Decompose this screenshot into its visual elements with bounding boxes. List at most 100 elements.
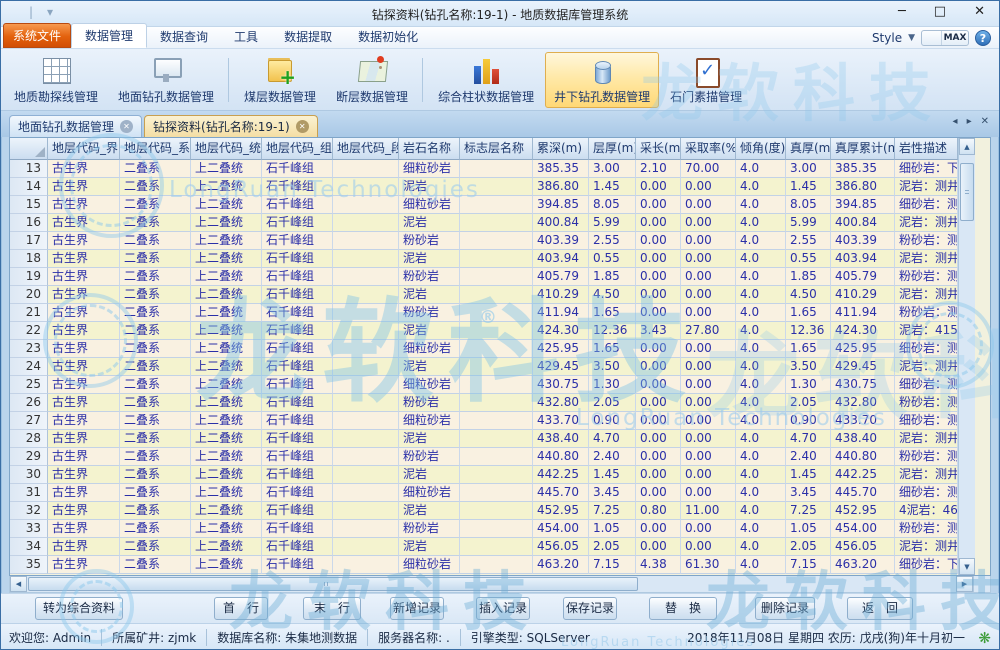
record-button[interactable]: 删除记录 [755, 597, 815, 620]
doctab-surface-borehole[interactable]: 地面钻孔数据管理 [9, 115, 142, 137]
grid-cell[interactable] [333, 322, 399, 340]
grid-cell[interactable] [333, 196, 399, 214]
grid-cell[interactable]: 细砂岩：下部2.19米 [895, 160, 958, 178]
grid-cell[interactable] [460, 160, 533, 178]
grid-cell[interactable]: 0.80 [636, 502, 681, 520]
grid-cell[interactable]: 上二叠统 [191, 322, 262, 340]
grid-cell[interactable] [460, 412, 533, 430]
grid-cell[interactable] [333, 394, 399, 412]
grid-cell[interactable]: 0.00 [636, 412, 681, 430]
column-header[interactable]: 地层代码_界 [48, 138, 120, 160]
grid-cell[interactable]: 4.70 [589, 430, 636, 448]
row-number-cell[interactable]: 18 [10, 250, 48, 268]
grid-cell[interactable]: 二叠系 [120, 376, 191, 394]
grid-cell[interactable] [333, 376, 399, 394]
row-number-cell[interactable]: 25 [10, 376, 48, 394]
btn-sketch[interactable]: 石门素描管理 [661, 52, 751, 108]
grid-cell[interactable]: 古生界 [48, 466, 120, 484]
grid-cell[interactable]: 古生界 [48, 304, 120, 322]
grid-cell[interactable]: 0.00 [636, 448, 681, 466]
grid-cell[interactable]: 4.0 [736, 520, 786, 538]
grid-cell[interactable]: 石千峰组 [262, 286, 333, 304]
grid-cell[interactable]: 上二叠统 [191, 178, 262, 196]
grid-cell[interactable]: 泥岩：测井解释. [895, 214, 958, 232]
grid-cell[interactable]: 4.0 [736, 340, 786, 358]
grid-cell[interactable]: 12.36 [786, 322, 831, 340]
grid-cell[interactable]: 粉砂岩：测井解释. [895, 304, 958, 322]
grid-cell[interactable]: 古生界 [48, 556, 120, 574]
grid-cell[interactable]: 泥岩：415.32~418. [895, 322, 958, 340]
grid-cell[interactable]: 细粒砂岩 [399, 484, 460, 502]
grid-cell[interactable]: 古生界 [48, 520, 120, 538]
grid-cell[interactable]: 泥岩 [399, 430, 460, 448]
btn-column-data[interactable]: 综合柱状数据管理 [429, 52, 543, 108]
grid-cell[interactable] [333, 214, 399, 232]
grid-cell[interactable]: 细粒砂岩 [399, 160, 460, 178]
grid-cell[interactable]: 456.05 [533, 538, 589, 556]
grid-cell[interactable]: 410.29 [831, 286, 895, 304]
grid-cell[interactable]: 二叠系 [120, 178, 191, 196]
grid-cell[interactable]: 4.0 [736, 304, 786, 322]
grid-cell[interactable]: 古生界 [48, 502, 120, 520]
grid-cell[interactable]: 石千峰组 [262, 484, 333, 502]
grid-cell[interactable]: 0.00 [681, 286, 736, 304]
grid-cell[interactable]: 7.25 [786, 502, 831, 520]
grid-cell[interactable]: 4.0 [736, 250, 786, 268]
grid-cell[interactable] [333, 538, 399, 556]
column-header[interactable]: 采取率(%) [681, 138, 736, 160]
grid-cell[interactable]: 386.80 [831, 178, 895, 196]
scroll-left-icon[interactable]: ◀ [10, 576, 27, 592]
grid-cell[interactable]: 0.00 [681, 250, 736, 268]
column-header[interactable]: 累深(m) [533, 138, 589, 160]
grid-cell[interactable] [460, 448, 533, 466]
grid-cell[interactable] [460, 556, 533, 574]
grid-cell[interactable]: 4泥岩：46.17~446. [895, 502, 958, 520]
grid-cell[interactable]: 0.00 [636, 466, 681, 484]
grid-cell[interactable]: 粉砂岩：测井解释. [895, 394, 958, 412]
grid-cell[interactable]: 3.00 [786, 160, 831, 178]
grid-cell[interactable]: 古生界 [48, 358, 120, 376]
grid-cell[interactable]: 0.90 [786, 412, 831, 430]
grid-cell[interactable]: 70.00 [681, 160, 736, 178]
row-number-cell[interactable]: 32 [10, 502, 48, 520]
grid-cell[interactable]: 61.30 [681, 556, 736, 574]
grid-cell[interactable]: 3.50 [786, 358, 831, 376]
grid-cell[interactable]: 0.00 [681, 466, 736, 484]
row-number-cell[interactable]: 23 [10, 340, 48, 358]
grid-cell[interactable]: 细粒砂岩 [399, 376, 460, 394]
grid-cell[interactable]: 石千峰组 [262, 394, 333, 412]
grid-cell[interactable]: 0.00 [636, 178, 681, 196]
grid-cell[interactable]: 石千峰组 [262, 430, 333, 448]
grid-cell[interactable]: 394.85 [533, 196, 589, 214]
doctab-drilling-data[interactable]: 钻探资料(钻孔名称:19-1) [144, 115, 318, 137]
grid-cell[interactable]: 442.25 [533, 466, 589, 484]
grid-cell[interactable]: 二叠系 [120, 250, 191, 268]
grid-cell[interactable]: 410.29 [533, 286, 589, 304]
grid-cell[interactable]: 454.00 [533, 520, 589, 538]
grid-cell[interactable]: 4.0 [736, 556, 786, 574]
grid-cell[interactable]: 3.50 [589, 358, 636, 376]
column-header[interactable]: 标志层名称 [460, 138, 533, 160]
grid-cell[interactable]: 452.95 [533, 502, 589, 520]
minimize-icon[interactable]: ─ [898, 4, 906, 19]
grid-cell[interactable]: 386.80 [533, 178, 589, 196]
grid-cell[interactable]: 泥岩 [399, 358, 460, 376]
help-icon[interactable]: ? [975, 30, 991, 46]
grid-cell[interactable]: 泥岩 [399, 178, 460, 196]
grid-cell[interactable]: 0.00 [636, 268, 681, 286]
grid-cell[interactable]: 粉砂岩 [399, 268, 460, 286]
grid-cell[interactable] [333, 232, 399, 250]
grid-cell[interactable]: 粉砂岩：测井解释. [895, 232, 958, 250]
grid-cell[interactable]: 4.0 [736, 196, 786, 214]
grid-cell[interactable]: 石千峰组 [262, 340, 333, 358]
grid-cell[interactable]: 432.80 [533, 394, 589, 412]
grid-cell[interactable]: 4.0 [736, 484, 786, 502]
title-bar[interactable]: |▾ 钻探资料(钻孔名称:19-1) - 地质数据库管理系统 ─ □ ✕ [1, 1, 999, 27]
close-icon[interactable]: ✕ [974, 4, 985, 19]
grid-cell[interactable]: 粉砂岩 [399, 394, 460, 412]
grid-cell[interactable]: 古生界 [48, 214, 120, 232]
grid-cell[interactable]: 3.00 [589, 160, 636, 178]
row-number-cell[interactable]: 17 [10, 232, 48, 250]
grid-cell[interactable]: 411.94 [533, 304, 589, 322]
grid-cell[interactable]: 泥岩：测井解释. [895, 286, 958, 304]
